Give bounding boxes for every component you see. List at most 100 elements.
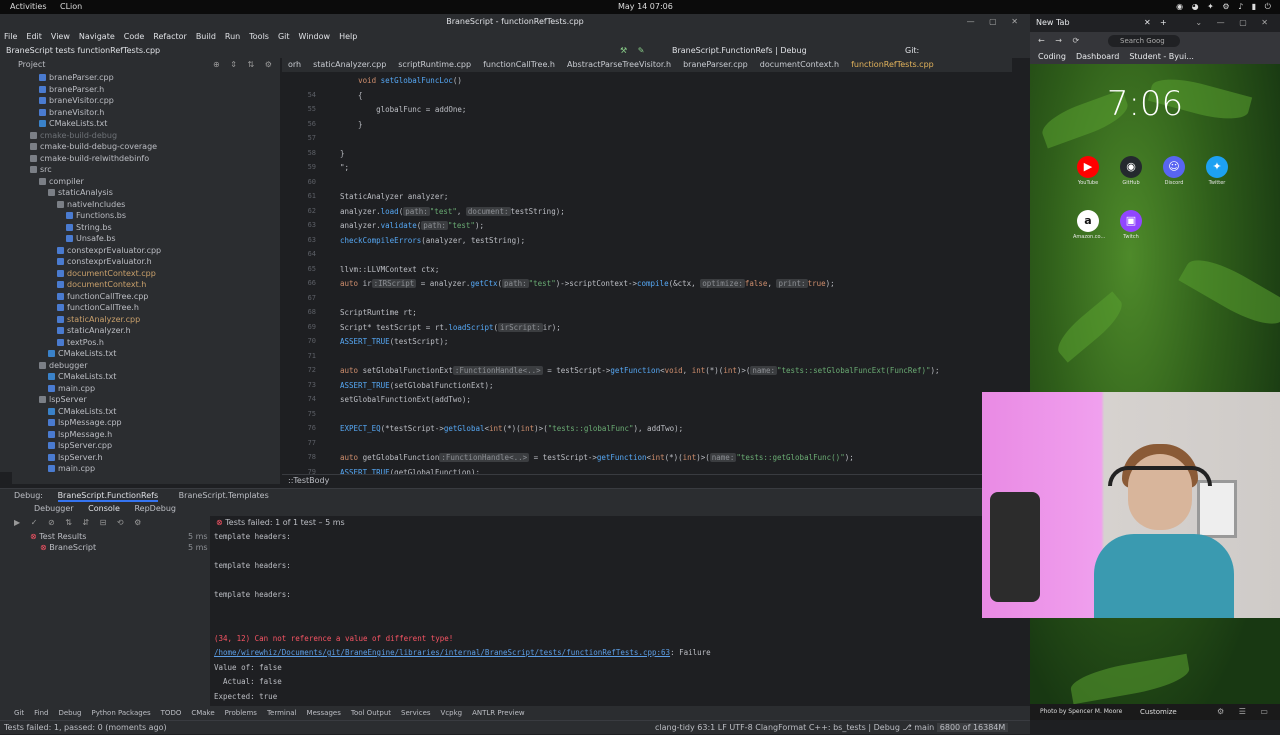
- editor-tab[interactable]: staticAnalyzer.cpp: [307, 58, 392, 72]
- tree-item[interactable]: cmake-build-relwithdebinfo: [30, 153, 149, 164]
- tool-window-cmake[interactable]: CMake: [191, 709, 214, 717]
- tool-window-vcpkg[interactable]: Vcpkg: [441, 709, 463, 717]
- tree-item[interactable]: textPos.h: [57, 337, 104, 348]
- shortcut-tile[interactable]: ◉ GitHub: [1116, 156, 1146, 186]
- window-controls[interactable]: ⌄ — ▢ ✕: [1195, 14, 1274, 32]
- status-message[interactable]: Tests failed: 1, passed: 0 (moments ago): [4, 723, 167, 732]
- run-configuration-select[interactable]: BraneScript.FunctionRefs | Debug: [672, 44, 807, 58]
- tree-item[interactable]: lspServer.cpp: [48, 440, 112, 451]
- code-line[interactable]: Script* testScript = rt.loadScript(irScr…: [340, 322, 561, 332]
- tree-item[interactable]: CMakeLists.txt: [48, 406, 116, 417]
- bookmark[interactable]: Student - Byui...: [1129, 52, 1194, 61]
- code-line[interactable]: StaticAnalyzer analyzer;: [340, 192, 448, 201]
- tree-item[interactable]: cmake-build-debug: [30, 130, 117, 141]
- editor-tab[interactable]: functionCallTree.h: [477, 58, 561, 72]
- tree-item[interactable]: CMakeLists.txt: [39, 118, 107, 129]
- menu-window[interactable]: Window: [299, 30, 331, 44]
- tree-item[interactable]: functionCallTree.h: [57, 302, 139, 313]
- tree-item[interactable]: documentContext.h: [57, 279, 146, 290]
- tree-item[interactable]: main.cpp: [48, 383, 95, 394]
- tree-item[interactable]: lspServer.h: [48, 452, 103, 463]
- code-line[interactable]: globalFunc = addOne;: [340, 105, 466, 114]
- shortcut-tile[interactable]: ▶ YouTube: [1073, 156, 1103, 186]
- tree-item[interactable]: cmake-build-debug-coverage: [30, 141, 157, 152]
- nav-buttons[interactable]: ← → ⟳: [1038, 36, 1083, 45]
- code-line[interactable]: {: [340, 91, 363, 100]
- app-menu-clion[interactable]: CLion: [60, 2, 82, 11]
- tree-item[interactable]: lspMessage.cpp: [48, 417, 122, 428]
- footer-icons[interactable]: ⚙ ☰ ▭: [1217, 704, 1274, 720]
- editor-tab[interactable]: documentContext.h: [754, 58, 845, 72]
- tool-window-todo[interactable]: TODO: [161, 709, 182, 717]
- tree-item[interactable]: nativeIncludes: [57, 199, 125, 210]
- tree-item[interactable]: braneVisitor.cpp: [39, 95, 114, 106]
- menu-view[interactable]: View: [51, 30, 70, 44]
- menu-git[interactable]: Git: [278, 30, 290, 44]
- code-line[interactable]: void setGlobalFuncLoc(): [340, 76, 462, 85]
- tree-item[interactable]: Functions.bs: [66, 210, 126, 221]
- editor-tab[interactable]: functionRefTests.cpp: [845, 58, 940, 72]
- code-line[interactable]: }: [340, 120, 363, 129]
- build-hammer-icon[interactable]: ⚒ ✎: [620, 44, 648, 58]
- console-output[interactable]: template headers: template headers: templa…: [210, 530, 1010, 706]
- code-line[interactable]: analyzer.validate(path: "test");: [340, 221, 484, 230]
- tree-item[interactable]: Unsafe.bs: [66, 233, 116, 244]
- tool-window-terminal[interactable]: Terminal: [267, 709, 297, 717]
- tool-window-messages[interactable]: Messages: [307, 709, 341, 717]
- photo-credit[interactable]: Photo by Spencer M. Moore: [1040, 708, 1122, 715]
- tool-window-find[interactable]: Find: [34, 709, 48, 717]
- system-clock[interactable]: May 14 07:06: [618, 2, 673, 11]
- code-line[interactable]: auto setGlobalFunctionExt:FunctionHandle…: [340, 366, 940, 375]
- code-line[interactable]: auto ir:IRScript = analyzer.getCtx(path:…: [340, 279, 835, 288]
- tree-item[interactable]: staticAnalyzer.h: [57, 325, 131, 336]
- tool-window-services[interactable]: Services: [401, 709, 431, 717]
- editor-tab[interactable]: scriptRuntime.cpp: [392, 58, 477, 72]
- menu-help[interactable]: Help: [339, 30, 357, 44]
- close-tab-icon[interactable]: ✕: [1144, 14, 1151, 32]
- tree-item[interactable]: staticAnalysis: [48, 187, 113, 198]
- tree-item[interactable]: CMakeLists.txt: [48, 371, 116, 382]
- menu-refactor[interactable]: Refactor: [153, 30, 187, 44]
- memory-indicator[interactable]: 6800 of 16384M: [936, 723, 1009, 732]
- browser-tab-new-tab[interactable]: New Tab: [1036, 18, 1070, 27]
- shortcut-tile[interactable]: ✦ Twitter: [1202, 156, 1232, 186]
- window-controls[interactable]: — ▢ ✕: [967, 14, 1024, 30]
- tree-item[interactable]: braneVisitor.h: [39, 107, 104, 118]
- shortcut-tile[interactable]: a Amazon.co...: [1073, 210, 1105, 240]
- bookmark[interactable]: Coding: [1038, 52, 1066, 61]
- editor-tab[interactable]: orh: [282, 58, 307, 72]
- tree-item[interactable]: braneParser.cpp: [39, 72, 114, 83]
- debug-tab-templates[interactable]: BraneScript.Templates: [179, 491, 269, 500]
- code-line[interactable]: analyzer.load(path: "test", document: test…: [340, 206, 565, 216]
- tool-window-tool-output[interactable]: Tool Output: [351, 709, 391, 717]
- editor-breadcrumb[interactable]: ::TestBody: [282, 474, 1012, 486]
- tree-item[interactable]: staticAnalyzer.cpp: [57, 314, 140, 325]
- repdebug-tab[interactable]: RepDebug: [134, 504, 176, 513]
- debug-tab-functionrefs[interactable]: BraneScript.FunctionRefs: [57, 491, 159, 502]
- console-tab[interactable]: Console: [88, 504, 120, 513]
- code-line[interactable]: llvm::LLVMContext ctx;: [340, 265, 439, 274]
- tool-window-git[interactable]: Git: [14, 709, 24, 717]
- menu-tools[interactable]: Tools: [249, 30, 269, 44]
- menu-run[interactable]: Run: [225, 30, 240, 44]
- branescript-node[interactable]: ⊗ BraneScript: [40, 543, 96, 552]
- tree-item[interactable]: lspServer: [39, 394, 87, 405]
- code-line[interactable]: auto getGlobalFunction:FunctionHandle<..…: [340, 453, 854, 462]
- status-info[interactable]: clang-tidy 63:1 LF UTF-8 ClangFormat C++…: [655, 723, 934, 732]
- code-editor[interactable]: 54 55 56 57 58 59 60 61 62 63 63 64 65 66 67 68 69 70 71 72…: [282, 72, 1012, 474]
- editor-tab[interactable]: braneParser.cpp: [677, 58, 754, 72]
- tool-window-python-packages[interactable]: Python Packages: [92, 709, 151, 717]
- code-line[interactable]: ASSERT_TRUE(testScript);: [340, 337, 448, 346]
- tree-item[interactable]: constexprEvaluator.h: [57, 256, 152, 267]
- shortcut-tile[interactable]: ☺ Discord: [1159, 156, 1189, 186]
- code-line[interactable]: checkCompileErrors(analyzer, testString)…: [340, 236, 525, 245]
- nav-breadcrumb[interactable]: BraneScript tests functionRefTests.cpp: [6, 46, 160, 55]
- new-tab-icon[interactable]: +: [1160, 14, 1167, 32]
- menu-file[interactable]: File: [4, 30, 17, 44]
- tree-item[interactable]: functionCallTree.cpp: [57, 291, 148, 302]
- tree-item[interactable]: CMakeLists.txt: [48, 348, 116, 359]
- tree-item[interactable]: src: [30, 164, 52, 175]
- menu-edit[interactable]: Edit: [26, 30, 42, 44]
- tree-item[interactable]: main.cpp: [48, 463, 95, 474]
- menu-navigate[interactable]: Navigate: [79, 30, 115, 44]
